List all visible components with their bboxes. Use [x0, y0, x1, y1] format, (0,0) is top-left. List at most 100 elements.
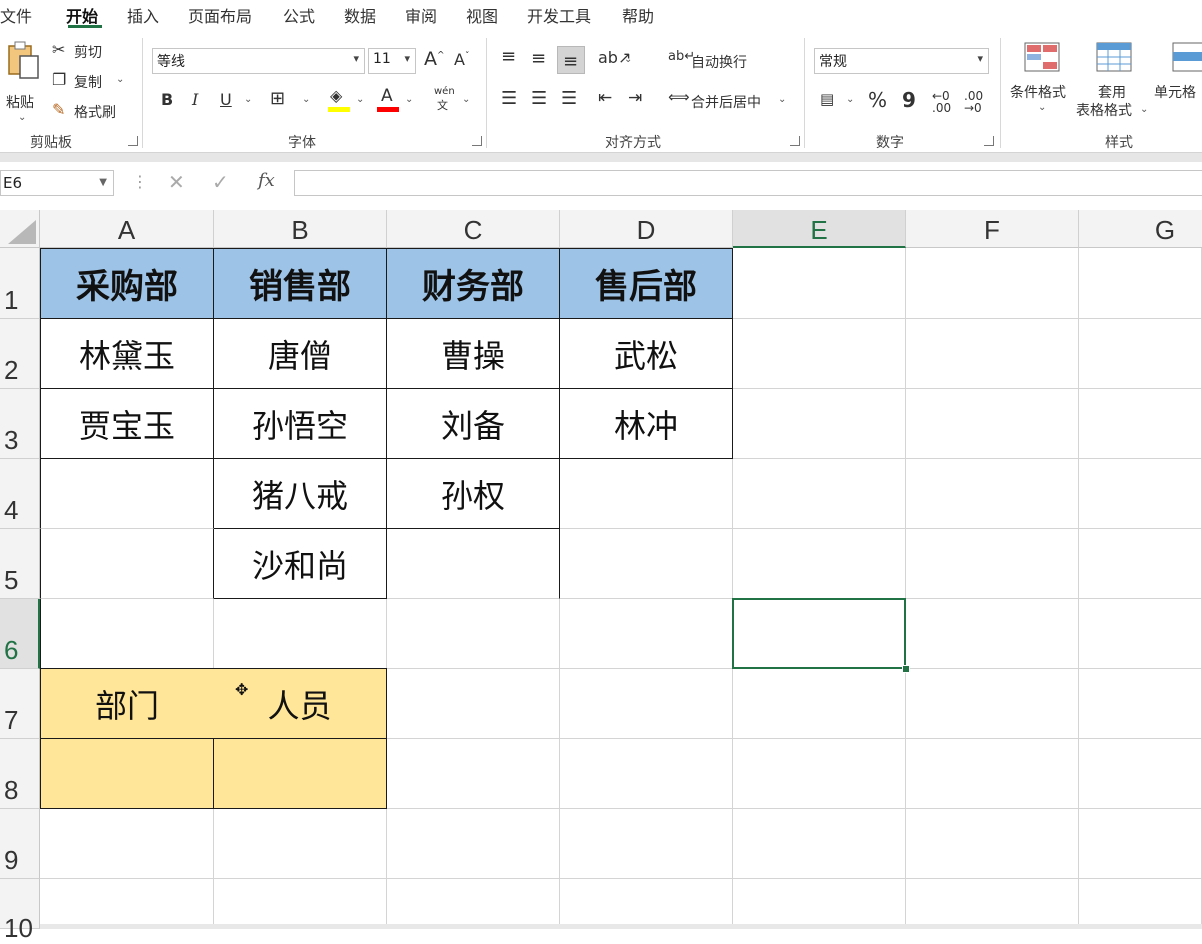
font-launcher-icon[interactable] [472, 136, 482, 146]
grid-cell[interactable] [560, 739, 733, 809]
cell-c5[interactable] [387, 529, 560, 599]
grid-cell[interactable] [387, 739, 560, 809]
cell-b2[interactable]: 唐僧 [214, 319, 387, 389]
active-cell-e6[interactable] [732, 598, 906, 669]
grid-cell[interactable] [387, 599, 560, 669]
row-header-4[interactable]: 4 [0, 459, 40, 529]
fill-color-dropdown-icon[interactable]: ⌄ [356, 94, 364, 105]
cell-c1[interactable]: 财务部 [387, 248, 560, 319]
grid-cell[interactable] [1079, 529, 1202, 599]
font-name-select[interactable]: 等线 ▾ [152, 48, 365, 74]
grid-cell[interactable] [906, 669, 1079, 739]
column-header-g[interactable]: G [1079, 210, 1202, 248]
italic-button[interactable]: I [192, 92, 198, 108]
cell-c2[interactable]: 曹操 [387, 319, 560, 389]
grid-cell[interactable] [560, 669, 733, 739]
decrease-font-size-icon[interactable]: Aˇ [454, 52, 469, 68]
increase-decimal-icon[interactable]: ←0.00 [932, 90, 951, 114]
cell-b4[interactable]: 猪八戒 [214, 459, 387, 529]
grid-cell[interactable] [906, 739, 1079, 809]
conditional-format-button[interactable]: 条件格式 ⌄ [1010, 42, 1074, 122]
row-header-9[interactable]: 9 [0, 809, 40, 879]
cell-styles-button[interactable]: 单元格 [1154, 42, 1202, 122]
cell-a5[interactable] [40, 529, 214, 599]
grid-cell[interactable] [906, 248, 1079, 319]
paste-dropdown-icon[interactable]: ⌄ [18, 112, 26, 123]
row-header-1[interactable]: 1 [0, 248, 40, 319]
decrease-decimal-icon[interactable]: .00 →0 [964, 90, 983, 114]
grid-cell[interactable] [1079, 319, 1202, 389]
cut-icon[interactable]: ✂ [52, 42, 65, 58]
menu-help[interactable]: 帮助 [622, 3, 654, 27]
row-header-6[interactable]: 6 [0, 599, 40, 669]
menu-developer[interactable]: 开发工具 [527, 3, 591, 27]
menu-review[interactable]: 审阅 [405, 3, 437, 27]
cell-d3[interactable]: 林冲 [560, 389, 733, 459]
comma-style-button[interactable]: 9 [902, 90, 916, 110]
cell-a3[interactable]: 贾宝玉 [40, 389, 214, 459]
row-header-3[interactable]: 3 [0, 389, 40, 459]
row-header-8[interactable]: 8 [0, 739, 40, 809]
column-header-e[interactable]: E [733, 210, 906, 248]
grid-cell[interactable] [560, 599, 733, 669]
grid-cell[interactable] [733, 529, 906, 599]
borders-icon[interactable]: ⊞ [270, 90, 285, 108]
row-header-10[interactable]: 10 [0, 879, 40, 943]
grid-cell[interactable] [214, 809, 387, 879]
cell-d2[interactable]: 武松 [560, 319, 733, 389]
cell-c3[interactable]: 刘备 [387, 389, 560, 459]
grid-cell[interactable] [1079, 669, 1202, 739]
cell-b3[interactable]: 孙悟空 [214, 389, 387, 459]
grid-cell[interactable] [906, 529, 1079, 599]
number-format-select[interactable]: 常规 ▾ [814, 48, 989, 74]
grid-cell[interactable] [214, 879, 387, 929]
format-as-table-button[interactable]: 套用 表格格式 ⌄ [1076, 42, 1152, 122]
menu-data[interactable]: 数据 [344, 3, 376, 27]
grid-cell[interactable] [906, 459, 1079, 529]
accounting-format-icon[interactable]: ▤ [820, 92, 834, 107]
grid-cell[interactable] [560, 879, 733, 929]
grid-cell[interactable] [733, 459, 906, 529]
grid-cell[interactable] [733, 739, 906, 809]
fill-handle[interactable] [902, 665, 910, 673]
align-right-icon[interactable]: ☰ [561, 90, 577, 108]
font-color-button[interactable]: A [377, 88, 399, 112]
increase-indent-icon[interactable]: ⇥ [628, 90, 642, 107]
grid-cell[interactable] [387, 879, 560, 929]
phonetic-button[interactable]: wén 文 [432, 86, 456, 112]
bold-button[interactable]: B [161, 92, 173, 108]
row-header-7[interactable]: 7 [0, 669, 40, 739]
cancel-icon[interactable]: ✕ [168, 170, 185, 194]
align-top-icon[interactable]: ≡ [501, 48, 516, 66]
grid-cell[interactable] [733, 248, 906, 319]
grid-cell[interactable] [214, 599, 387, 669]
column-header-b[interactable]: B [214, 210, 387, 248]
grid-cell[interactable] [560, 529, 733, 599]
cell-d1[interactable]: 售后部 [560, 248, 733, 319]
align-left-icon[interactable]: ☰ [501, 90, 517, 108]
paste-button[interactable]: 粘贴 ⌄ [2, 40, 42, 123]
insert-function-button[interactable]: fx [258, 170, 275, 191]
align-center-icon[interactable]: ☰ [531, 90, 547, 108]
cell-a7[interactable]: 部门 [40, 669, 214, 739]
grid-cell[interactable] [387, 669, 560, 739]
cell-a2[interactable]: 林黛玉 [40, 319, 214, 389]
grid-cell[interactable] [733, 879, 906, 929]
cell-a4[interactable] [40, 459, 214, 529]
merge-dropdown-icon[interactable]: ⌄ [778, 94, 786, 105]
orientation-dropdown-icon[interactable]: ⌄ [624, 54, 632, 65]
grid-cell[interactable] [906, 879, 1079, 929]
cell-c4[interactable]: 孙权 [387, 459, 560, 529]
underline-dropdown-icon[interactable]: ⌄ [244, 94, 252, 105]
underline-button[interactable]: U [220, 92, 232, 108]
copy-icon[interactable]: ❐ [52, 72, 66, 88]
grid-cell[interactable] [560, 459, 733, 529]
decrease-indent-icon[interactable]: ⇤ [598, 90, 612, 107]
fill-color-button[interactable]: ◈ [328, 88, 350, 112]
cell-b1[interactable]: 销售部 [214, 248, 387, 319]
conditional-dropdown-icon[interactable]: ⌄ [1038, 102, 1046, 113]
name-box[interactable]: E6 ▼ [0, 170, 114, 196]
format-as-table-dropdown-icon[interactable]: ⌄ [1140, 104, 1148, 115]
grid-cell[interactable] [906, 389, 1079, 459]
align-bottom-button[interactable]: ≡ [557, 46, 585, 74]
